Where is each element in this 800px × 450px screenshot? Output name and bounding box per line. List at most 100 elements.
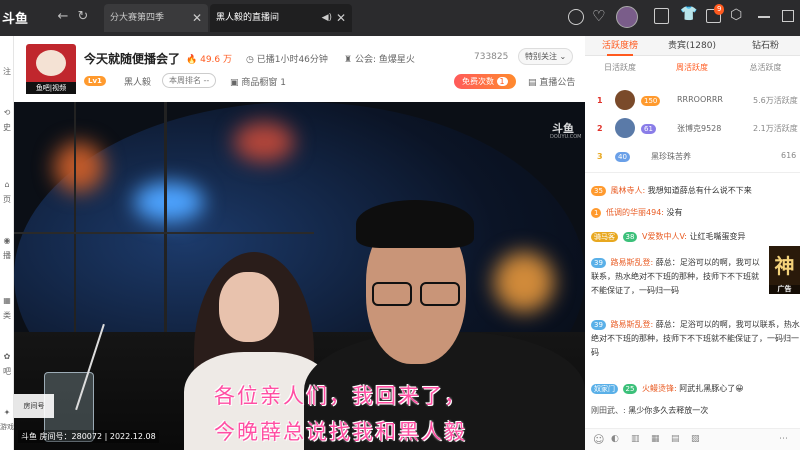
chat-message[interactable]: 骑马客 38 V爱数中人V: 让红毛嘴蛋变异 [585,230,800,244]
streamer-avatar[interactable]: 鱼吧|视频 [26,44,76,94]
tab-diamond-fans[interactable]: 钻石粉 [731,36,800,56]
chat-user-name[interactable]: 低调的华丽494: [606,208,664,217]
person-man-hair [356,200,474,248]
side-ad-banner[interactable]: 神 广告 [769,246,800,294]
chat-message[interactable]: 35 風林寺人: 我想知道薛总有什么说不下来 [585,184,800,198]
glasses-right-lens [420,282,460,306]
level-badge: Lv1 [84,76,106,86]
live-icon[interactable]: ◉ [0,236,14,245]
rail-item-follow[interactable]: 注 [0,66,14,77]
chat-user-name[interactable]: 火鳗烫锋: [642,384,677,393]
emoji-icon[interactable]: ☺ [593,433,604,446]
rank-user-name: RRROORRR [677,95,723,104]
douyu-watermark-sub: DOUYU.COM [550,134,582,140]
toolbar-icon[interactable]: ▤ [671,434,680,444]
close-tab-icon[interactable]: ✕ [336,4,346,32]
streamer-name[interactable]: 黑人毅 [124,75,151,88]
toolbar-icon[interactable]: ▥ [631,434,640,444]
app-window: 斗鱼 ← ↻ 分大赛第四季 ✕ 黑人毅的直播间 ◀) ✕ ♡ 👕 9 ⬡ 注 ⟲… [0,0,800,450]
avatar-face [36,50,66,76]
chat-user-name[interactable]: 路易斯乱登: [610,320,653,329]
window-frame [164,102,167,352]
fan-level-badge: 39 [591,258,606,268]
tab-label: 分大赛第四季 [110,13,165,23]
chat-text: 阿武扎黑豚心了😀 [679,384,744,393]
ad-label: 广告 [769,285,800,294]
shop-window[interactable]: ▣ 商品橱窗 1 [230,75,286,88]
history-icon[interactable]: ⟲ [0,108,14,117]
chat-message[interactable]: 39 路易斯乱登: 薛总：足浴可以的啊，我可以联系，热水绝对不下班的那种，技师下… [585,318,800,360]
rail-item-bar[interactable]: 吧 [0,366,14,377]
more-icon[interactable]: ⋯ [779,434,788,444]
shop-icon: ▣ [230,78,239,88]
subtab-daily[interactable]: 日活跃度 [585,58,655,78]
subtab-weekly[interactable]: 周活跃度 [657,58,727,78]
chat-message[interactable]: 39 路易斯乱登: 薛总：足浴可以的啊，我可以联系，热水绝对不下班的那种，技师下… [585,256,763,298]
chat-message[interactable]: 1 低调的华丽494: 没有 [585,206,800,220]
settings-hex-icon[interactable]: ⬡ [730,7,742,23]
right-panel: 活跃度榜 贵宾(1280) 钻石粉 日活跃度 周活跃度 总活跃度 1 150 R… [585,36,800,450]
category-icon[interactable]: ▦ [0,296,14,305]
chat-user-name[interactable]: 路易斯乱登: [610,258,653,267]
speaker-icon[interactable]: ◀) [322,4,332,32]
maximize-icon[interactable] [782,10,794,22]
favorite-heart-icon[interactable]: ♡ [592,7,605,25]
toolbar-icon[interactable]: ▧ [691,434,700,444]
chat-user-name[interactable]: V爱数中人V: [642,232,687,241]
rank-row[interactable]: 2 61 张博克9528 2.1万活跃度 [585,116,800,142]
fan-level-badge: 40 [615,152,630,162]
tab-vip[interactable]: 贵宾(1280) [657,36,727,56]
home-icon[interactable]: ⌂ [0,180,14,189]
divider [585,172,800,173]
chat-message[interactable]: 刚田武、: 黑少你多久去释放一次 [585,404,800,418]
window-frame [74,102,76,352]
guild-info[interactable]: ♜ 公会: 鱼爆星火 [344,52,415,65]
chat-user-name[interactable]: 風林寺人: [610,186,645,195]
rank-row[interactable]: 1 150 RRROORRR 5.6万活跃度 [585,88,800,114]
notification-badge: 9 [714,4,725,15]
rail-item-game[interactable]: 游戏 [0,422,14,432]
shirt-icon[interactable]: 👕 [680,6,697,22]
room-number: 733825 [474,52,509,62]
fan-level-badge: 61 [641,124,656,134]
video-player[interactable]: 斗鱼 DOUYU.COM 各位亲人们，我回来了， 今晚薛总说找我和黑人毅 房间号… [14,102,585,450]
chat-message[interactable]: 奴家门 25 火鳗烫锋: 阿武扎黑豚心了😀 [585,382,800,396]
fan-level-badge: 150 [641,96,661,106]
toolbar-icon[interactable]: ◐ [611,434,619,444]
subtab-total[interactable]: 总活跃度 [731,58,800,78]
weekly-rank-button[interactable]: 本周排名 -- [162,73,217,88]
rank-row[interactable]: 3 40 黑珍珠苦养 616 [585,144,800,170]
tab-competition[interactable]: 分大赛第四季 ✕ [104,4,208,32]
rail-item-home[interactable]: 页 [0,194,14,205]
tab-streamer-room[interactable]: 黑人毅的直播间 ◀) ✕ [210,4,352,32]
free-count-button[interactable]: 免费次数 1 [454,74,516,89]
tab-activity-rank[interactable]: 活跃度榜 [585,36,655,56]
chat-text: 没有 [666,208,683,217]
room-badge: 房间号 [14,394,54,418]
back-arrow-icon[interactable]: ← [54,8,72,26]
rank-avatar [615,90,635,110]
announcement-button[interactable]: ▤ 直播公告 [528,75,575,88]
left-rail: 注 ⟲ 史 ⌂ 页 ◉ 播 ▦ 类 ✿ 吧 ✦ 游戏 [0,36,14,450]
special-follow-button[interactable]: 特别关注 ⌄ [518,48,574,65]
game-icon[interactable]: ✦ [0,408,14,417]
minimize-icon[interactable] [758,16,770,18]
fan-level-badge: 38 [622,232,638,242]
rank-avatar [615,118,635,138]
douyu-logo[interactable]: 斗鱼 [0,6,44,28]
rail-item-category[interactable]: 类 [0,310,14,321]
chat-text: 让红毛嘴蛋变异 [689,232,746,241]
rail-item-history[interactable]: 史 [0,122,14,133]
close-tab-icon[interactable]: ✕ [192,4,202,32]
refresh-icon[interactable]: ↻ [74,8,92,26]
toolbar-icon[interactable]: ▦ [651,434,660,444]
room-title: 今天就随便播会了 [84,52,181,66]
chat-user-name[interactable]: 刚田武、: [591,406,626,415]
user-avatar[interactable] [616,6,638,28]
red-light [234,122,294,162]
history-clock-icon[interactable] [568,9,584,25]
bar-icon[interactable]: ✿ [0,352,14,361]
rail-item-live[interactable]: 播 [0,250,14,261]
tasks-clipboard-icon[interactable] [654,8,669,24]
chat-text: 我想知道薛总有什么说不下来 [647,186,752,195]
